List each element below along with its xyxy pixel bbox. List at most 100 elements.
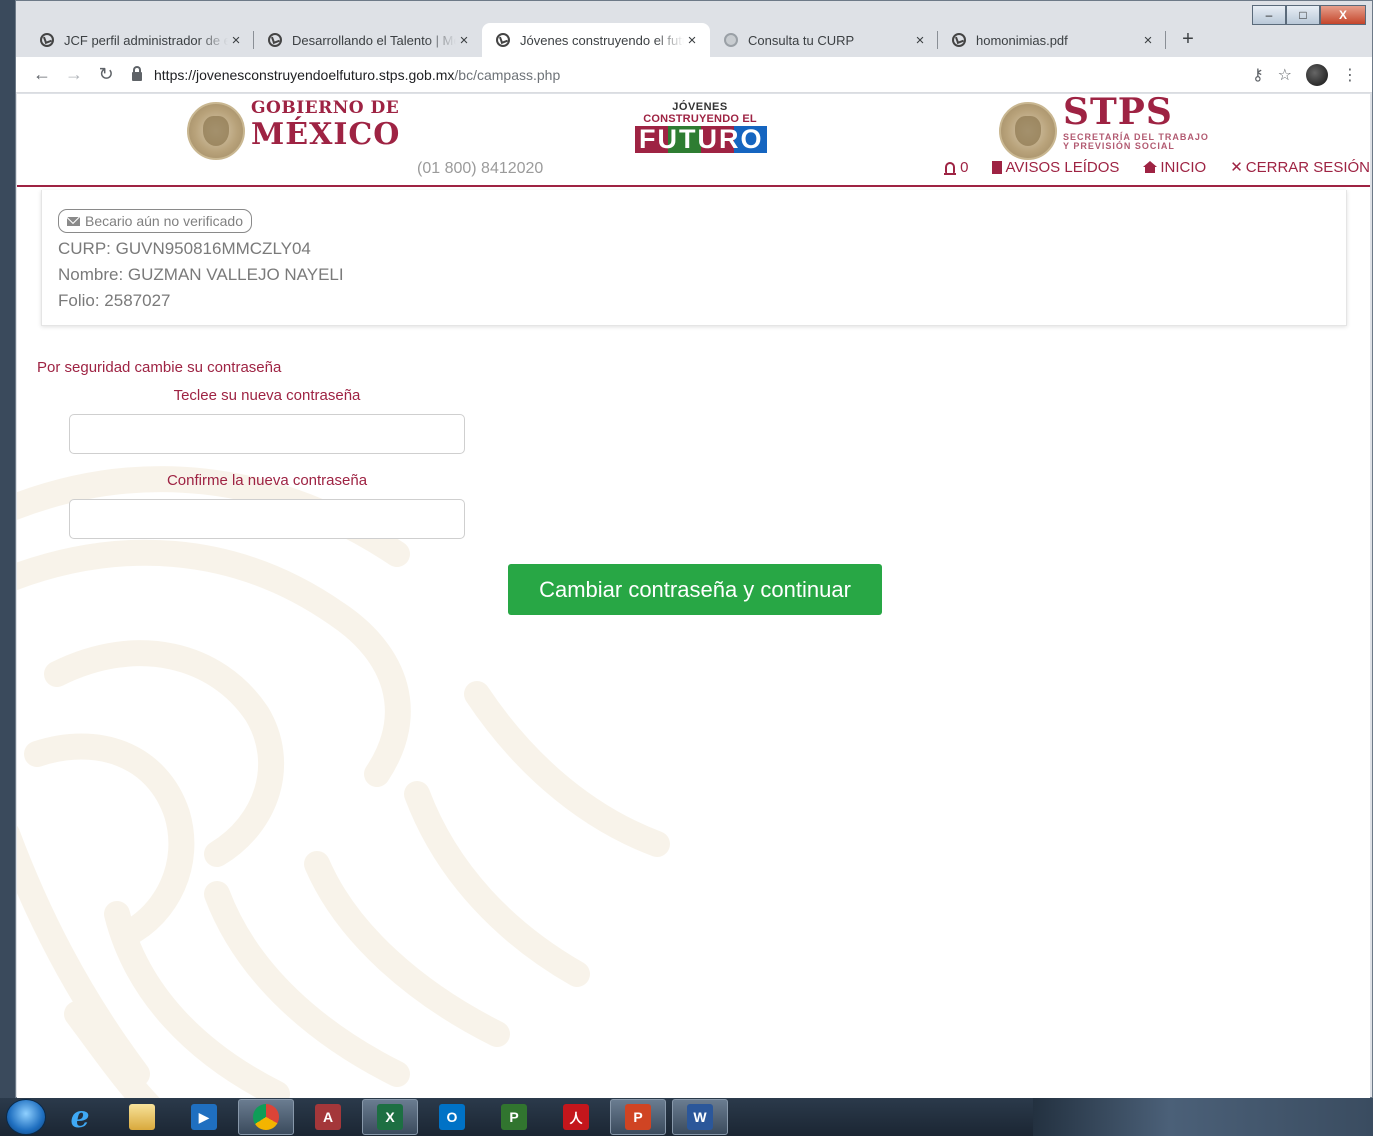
tab-title: homonimias.pdf [976, 32, 1068, 48]
tab-title: Desarrollando el Talento | Me [292, 32, 456, 48]
stps-logo[interactable]: STPS SECRETARÍA DEL TRABAJO Y PREVISIÓN … [1063, 94, 1209, 151]
globe-check-icon [40, 33, 54, 47]
header-nav: 0 AVISOS LEÍDOS INICIO ✕ CERRAR SESIÓN [944, 158, 1370, 177]
inicio-link[interactable]: INICIO [1143, 159, 1206, 176]
tab-desarrollando-talento[interactable]: Desarrollando el Talento | Me × [254, 23, 482, 57]
windows-taskbar: e ▶ A X O P 人 P W [0, 1098, 1373, 1136]
start-button[interactable] [6, 1099, 46, 1135]
profile-avatar[interactable] [1306, 63, 1328, 86]
acrobat-icon: 人 [563, 1104, 589, 1130]
browser-window: – □ X JCF perfil administrador de e × De… [15, 0, 1373, 1098]
taskbar-access[interactable]: A [300, 1099, 356, 1135]
taskbar-internet-explorer[interactable]: e [52, 1099, 108, 1135]
cerrar-sesion-label: CERRAR SESIÓN [1245, 158, 1370, 176]
star-icon[interactable]: ☆ [1278, 65, 1292, 85]
taskbar-excel[interactable]: X [362, 1099, 418, 1135]
avisos-leidos-link[interactable]: AVISOS LEÍDOS [992, 159, 1119, 176]
excel-icon: X [377, 1104, 403, 1130]
browser-toolbar: ← → ↻ https://jovenesconstruyendoelfutur… [16, 57, 1372, 93]
tab-title: Consulta tu CURP [748, 32, 855, 48]
notifications-count: 0 [960, 158, 969, 176]
status-badge-label: Becario aún no verificado [85, 213, 243, 229]
gov-seal-icon [724, 33, 738, 47]
system-tray [1033, 1098, 1373, 1136]
phone-number: (01 800) 8412020 [417, 160, 544, 177]
tab-title: Jóvenes construyendo el futu [520, 32, 684, 48]
close-window-button[interactable]: X [1320, 5, 1366, 25]
jcf-logo[interactable]: JÓVENES CONSTRUYENDO EL FUTURO [635, 101, 768, 154]
stps-seal-logo [999, 102, 1057, 160]
project-icon: P [501, 1104, 527, 1130]
back-arrow-icon[interactable]: ← [26, 64, 58, 85]
window-controls: – □ X [1252, 5, 1366, 25]
taskbar-word[interactable]: W [672, 1099, 728, 1135]
stps-title: STPS [1063, 94, 1173, 133]
maximize-button[interactable]: □ [1286, 5, 1320, 25]
tab-close-icon[interactable]: × [228, 32, 244, 49]
close-icon: ✕ [1230, 159, 1243, 176]
globe-check-icon [952, 33, 966, 47]
minimize-button[interactable]: – [1252, 5, 1286, 25]
gobierno-line2: MÉXICO [251, 117, 401, 152]
taskbar-project[interactable]: P [486, 1099, 542, 1135]
gobierno-logo[interactable]: GOBIERNO DE MÉXICO [251, 100, 400, 150]
internet-explorer-icon: e [70, 1099, 90, 1135]
security-note: Por seguridad cambie su contraseña [37, 359, 282, 376]
forward-arrow-icon[interactable]: → [58, 64, 90, 85]
tab-close-icon[interactable]: × [456, 32, 472, 49]
taskbar-media-player[interactable]: ▶ [176, 1099, 232, 1135]
tab-close-icon[interactable]: × [912, 32, 928, 49]
bell-icon [944, 161, 957, 175]
taskbar-acrobat[interactable]: 人 [548, 1099, 604, 1135]
powerpoint-icon: P [625, 1104, 651, 1130]
taskbar-outlook[interactable]: O [424, 1099, 480, 1135]
tab-homonimias-pdf[interactable]: homonimias.pdf × [938, 23, 1166, 57]
tab-consulta-curp[interactable]: Consulta tu CURP × [710, 23, 938, 57]
address-bar[interactable]: https://jovenesconstruyendoelfuturo.stps… [122, 60, 1252, 90]
chrome-icon [253, 1104, 279, 1130]
tab-close-icon[interactable]: × [1140, 32, 1156, 49]
cerrar-sesion-link[interactable]: ✕ CERRAR SESIÓN [1230, 158, 1370, 177]
site-header: GOBIERNO DE MÉXICO (01 800) 8412020 JÓVE… [17, 94, 1370, 187]
globe-check-icon [496, 33, 510, 47]
taskbar-chrome[interactable] [238, 1099, 294, 1135]
change-password-button[interactable]: Cambiar contraseña y continuar [508, 564, 882, 615]
new-tab-button[interactable]: + [1174, 25, 1202, 53]
url-path: /bc/campass.php [454, 66, 561, 83]
mexico-seal-logo [187, 102, 245, 160]
access-icon: A [315, 1104, 341, 1130]
confirm-password-label: Confirme la nueva contraseña [166, 472, 368, 489]
url-host: https://jovenesconstruyendoelfuturo.stps… [154, 66, 455, 83]
word-icon: W [687, 1104, 713, 1130]
home-icon [1143, 161, 1158, 173]
taskbar-file-explorer[interactable] [114, 1099, 170, 1135]
tab-title: JCF perfil administrador de e [64, 32, 228, 48]
document-icon [992, 160, 1003, 174]
folder-icon [129, 1104, 155, 1130]
outlook-icon: O [439, 1104, 465, 1130]
gobierno-line1: GOBIERNO DE [251, 98, 400, 118]
web-page: GOBIERNO DE MÉXICO (01 800) 8412020 JÓVE… [17, 94, 1370, 1098]
tab-close-icon[interactable]: × [684, 32, 700, 49]
media-player-icon: ▶ [191, 1104, 217, 1130]
new-password-input[interactable] [69, 414, 465, 454]
envelope-icon [67, 216, 80, 226]
status-badge: Becario aún no verificado [58, 209, 252, 233]
curp-text: CURP: GUVN950816MMCZLY04 [58, 239, 311, 258]
jcf-line1: JÓVENES [672, 101, 728, 113]
jcf-line3: FUTURO [635, 126, 768, 154]
reload-icon[interactable]: ↻ [90, 64, 122, 85]
new-password-label: Teclee su nueva contraseña [173, 387, 361, 404]
taskbar-powerpoint[interactable]: P [610, 1099, 666, 1135]
menu-dots-icon[interactable]: ⋮ [1342, 65, 1358, 85]
globe-check-icon [268, 33, 282, 47]
profile-card: Becario aún no verificado CURP: GUVN9508… [41, 190, 1347, 326]
tab-jovenes-construyendo[interactable]: Jóvenes construyendo el futu × [482, 23, 710, 57]
tab-jcf-admin[interactable]: JCF perfil administrador de e × [26, 23, 254, 57]
tab-strip: JCF perfil administrador de e × Desarrol… [16, 19, 1256, 57]
inicio-label: INICIO [1160, 158, 1207, 176]
notifications-link[interactable]: 0 [944, 158, 969, 176]
stps-subtitle-2: Y PREVISIÓN SOCIAL [1063, 141, 1175, 151]
confirm-password-input[interactable] [69, 499, 465, 539]
key-icon[interactable]: ⚷ [1252, 65, 1264, 85]
